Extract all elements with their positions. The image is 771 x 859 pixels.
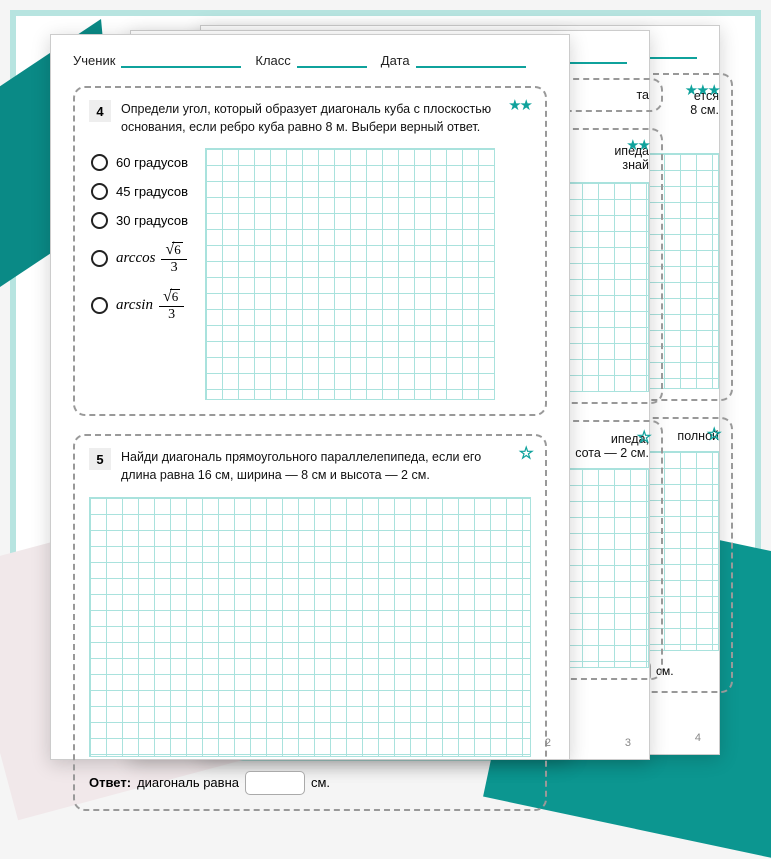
difficulty-stars: ★ — [520, 444, 531, 462]
radio-icon — [91, 183, 108, 200]
option-label: arcsin √6 3 — [116, 288, 186, 323]
option-label: 60 градусов — [116, 155, 188, 170]
difficulty-stars: ★★ — [626, 136, 649, 154]
answer-options: 60 градусов 45 градусов 30 градусов arcc… — [89, 148, 189, 400]
problem-5: ★ 5 Найди диагональ прямоугольного парал… — [73, 434, 547, 810]
class-underline[interactable] — [297, 54, 367, 68]
date-label: Дата — [381, 53, 410, 68]
option-d[interactable]: arccos √6 3 — [91, 241, 189, 276]
difficulty-stars: ★ — [708, 425, 719, 443]
work-grid — [565, 468, 649, 668]
difficulty-stars: ★ — [638, 428, 649, 446]
problem-number: 5 — [89, 448, 111, 470]
page-number: 4 — [695, 732, 701, 744]
page-number: 3 — [625, 737, 631, 749]
option-c[interactable]: 30 градусов — [91, 212, 189, 229]
page-number: 2 — [545, 737, 551, 749]
text-fragment: знай — [565, 158, 649, 172]
date-underline[interactable] — [416, 54, 526, 68]
answer-text: диагональ равна — [137, 775, 239, 790]
text-fragment: та — [565, 88, 649, 102]
worksheet-page-2: Ученик Класс Дата ★★ 4 Определи угол, ко… — [50, 34, 570, 760]
work-grid — [205, 148, 495, 400]
radio-icon — [91, 297, 108, 314]
class-label: Класс — [255, 53, 290, 68]
option-e[interactable]: arcsin √6 3 — [91, 288, 189, 323]
answer-input-box[interactable] — [245, 771, 305, 795]
student-label: Ученик — [73, 53, 115, 68]
text-fragment: сота — 2 см. — [565, 446, 649, 460]
answer-row: Ответ: диагональ равна см. — [89, 771, 531, 795]
option-label: 45 градусов — [116, 184, 188, 199]
problem-text: Определи угол, который образует диагонал… — [121, 100, 531, 136]
header-row: Ученик Класс Дата — [73, 53, 547, 68]
answer-unit: см. — [311, 775, 330, 790]
radio-icon — [91, 212, 108, 229]
radio-icon — [91, 154, 108, 171]
text-fragment: ипеда, — [565, 432, 649, 446]
option-b[interactable]: 45 градусов — [91, 183, 189, 200]
option-a[interactable]: 60 градусов — [91, 154, 189, 171]
problem-number: 4 — [89, 100, 111, 122]
option-label: arccos √6 3 — [116, 241, 189, 276]
student-underline[interactable] — [121, 54, 241, 68]
difficulty-stars: ★★ — [508, 96, 531, 114]
option-label: 30 градусов — [116, 213, 188, 228]
difficulty-stars: ★★★ — [685, 81, 719, 99]
problem-4: ★★ 4 Определи угол, который образует диа… — [73, 86, 547, 416]
work-grid — [565, 182, 649, 392]
work-grid — [89, 497, 531, 757]
answer-prefix: Ответ: — [89, 775, 131, 790]
problem-text: Найди диагональ прямоугольного параллеле… — [121, 448, 531, 484]
radio-icon — [91, 250, 108, 267]
